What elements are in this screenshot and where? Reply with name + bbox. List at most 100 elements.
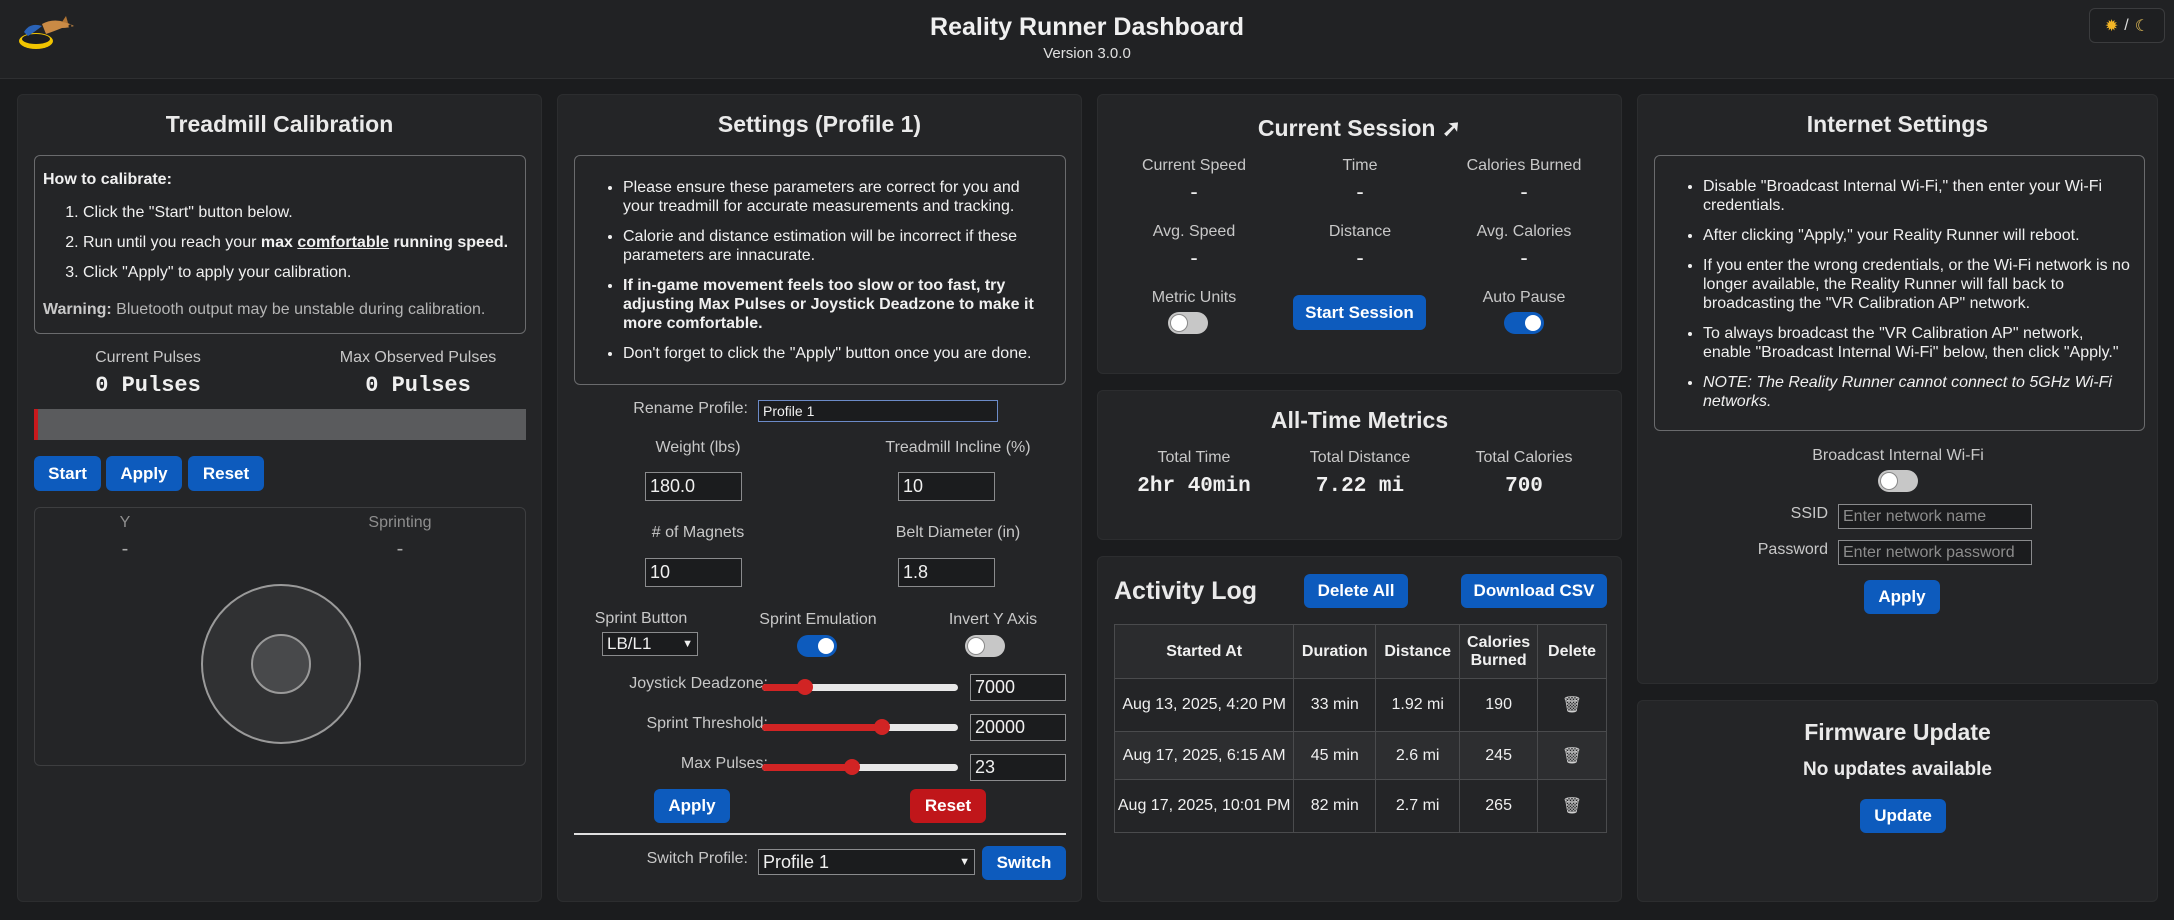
delete-all-button[interactable]: Delete All	[1304, 574, 1408, 608]
calibration-start-button[interactable]: Start	[34, 456, 101, 491]
all-time-metrics-title: All-Time Metrics	[1270, 407, 1449, 433]
chevron-down-icon: ▼	[682, 638, 693, 650]
cell-calories: 245	[1459, 731, 1539, 780]
firmware-update-panel: Firmware Update No updates available Upd…	[1637, 700, 2158, 902]
invert-y-toggle[interactable]	[965, 635, 1005, 657]
total-distance-label: Total Distance	[1309, 449, 1411, 466]
cell-distance: 2.6 mi	[1375, 731, 1461, 780]
switch-profile-button[interactable]: Switch	[982, 846, 1066, 880]
sprinting-label: Sprinting	[368, 514, 432, 531]
app-version: Version 3.0.0	[1043, 45, 1131, 62]
calibration-reset-button[interactable]: Reset	[188, 456, 264, 491]
max-pulses-label: Max Pulses:	[680, 755, 768, 772]
cell-distance: 2.7 mi	[1375, 779, 1461, 833]
download-csv-button[interactable]: Download CSV	[1461, 574, 1607, 608]
current-speed-label: Current Speed	[1141, 157, 1247, 174]
all-time-metrics-panel: All-Time Metrics Total Time 2hr 40min To…	[1097, 390, 1622, 540]
current-session-title-text: Current Session	[1257, 115, 1436, 141]
calibration-apply-button[interactable]: Apply	[106, 456, 182, 491]
ssid-input[interactable]: Enter network name	[1838, 504, 2032, 529]
sprint-emulation-toggle[interactable]	[797, 635, 837, 657]
avg-speed-label: Avg. Speed	[1152, 223, 1236, 240]
sprint-button-select[interactable]: LB/L1 ▼	[602, 632, 698, 656]
switch-profile-label: Switch Profile:	[646, 850, 748, 867]
sprint-threshold-input[interactable]: 20000	[970, 714, 1066, 741]
cell-delete: 🗑	[1537, 731, 1607, 780]
total-distance-value: 7.22 mi	[1315, 475, 1405, 498]
slider-fill	[762, 764, 853, 771]
switch-profile-value: Profile 1	[763, 851, 830, 872]
chevron-down-icon: ▼	[959, 856, 970, 868]
broadcast-wifi-toggle[interactable]	[1878, 470, 1918, 492]
rename-profile-input[interactable]: Profile 1	[758, 400, 998, 422]
howto-step: Run until you reach your max comfortable…	[83, 233, 523, 252]
cell-calories: 190	[1459, 678, 1539, 732]
internet-note: Disable "Broadcast Internal Wi-Fi," then…	[1703, 177, 2133, 215]
weight-label: Weight (lbs)	[655, 439, 741, 456]
joystick-deadzone-input[interactable]: 7000	[970, 674, 1066, 701]
trash-icon[interactable]: 🗑	[1562, 798, 1582, 815]
max-pulses-slider[interactable]	[762, 759, 958, 775]
slider-fill	[762, 724, 882, 731]
sprinting-value: -	[396, 538, 404, 560]
firmware-update-button[interactable]: Update	[1860, 799, 1946, 833]
cell-started-at: Aug 17, 2025, 10:01 PM	[1113, 779, 1295, 833]
magnets-input[interactable]: 10	[645, 558, 742, 587]
auto-pause-toggle[interactable]	[1504, 312, 1544, 334]
avg-calories-value: -	[1520, 245, 1528, 270]
step-bold-underline: comfortable	[297, 234, 389, 251]
max-pulses-value: 0 Pulses	[365, 373, 471, 398]
theme-toggle[interactable]: ✹ / ☾	[2089, 8, 2165, 43]
rename-profile-label: Rename Profile:	[633, 400, 748, 417]
internet-note: NOTE: The Reality Runner cannot connect …	[1703, 373, 2133, 411]
cell-delete: 🗑	[1537, 779, 1607, 833]
activity-log-panel: Activity Log Delete All Download CSV Sta…	[1097, 556, 1622, 902]
sprint-threshold-slider[interactable]	[762, 719, 958, 735]
settings-reset-button[interactable]: Reset	[910, 789, 986, 823]
sun-icon: ✹	[2104, 17, 2119, 35]
activity-log-title: Activity Log	[1114, 577, 1258, 605]
cell-duration: 82 min	[1293, 779, 1377, 833]
magnets-label: # of Magnets	[651, 524, 745, 541]
weight-input[interactable]: 180.0	[645, 472, 742, 501]
incline-input[interactable]: 10	[898, 472, 995, 501]
current-session-title: Current Session ➚	[1098, 115, 1621, 142]
start-session-button[interactable]: Start Session	[1293, 295, 1426, 330]
metric-units-label: Metric Units	[1151, 289, 1237, 306]
col-delete: Delete	[1537, 624, 1607, 679]
settings-note: Don't forget to click the "Apply" button…	[623, 344, 1053, 363]
current-session-panel: Current Session ➚ Current Speed - Time -…	[1097, 94, 1622, 374]
metric-units-toggle[interactable]	[1168, 312, 1208, 334]
internet-apply-button[interactable]: Apply	[1864, 580, 1940, 614]
max-pulses-input[interactable]: 23	[970, 754, 1066, 781]
joystick-preview-box: Y - Sprinting -	[34, 507, 526, 766]
current-pulses-label: Current Pulses	[95, 349, 201, 366]
internet-notes-box: Disable "Broadcast Internal Wi-Fi," then…	[1654, 155, 2145, 431]
joystick-deadzone-slider[interactable]	[762, 679, 958, 695]
popout-arrow-icon[interactable]: ➚	[1442, 115, 1461, 141]
current-pulses-value: 0 Pulses	[95, 373, 201, 398]
slider-knob[interactable]	[873, 719, 890, 735]
password-input[interactable]: Enter network password	[1838, 540, 2032, 565]
internet-settings-title: Internet Settings	[1806, 111, 1989, 137]
settings-title: Settings (Profile 1)	[717, 111, 922, 137]
settings-apply-button[interactable]: Apply	[654, 789, 730, 823]
distance-value: -	[1356, 245, 1364, 270]
howto-step: Click the "Start" button below.	[83, 203, 523, 222]
switch-profile-select[interactable]: Profile 1 ▼	[758, 849, 975, 875]
password-label: Password	[1757, 541, 1828, 558]
howto-title: How to calibrate:	[43, 171, 172, 188]
app-title: Reality Runner Dashboard	[930, 13, 1244, 41]
header-bar: Reality Runner Dashboard Version 3.0.0 ✹…	[0, 0, 2174, 79]
belt-diameter-input[interactable]: 1.8	[898, 558, 995, 587]
trash-icon[interactable]: 🗑	[1562, 748, 1582, 765]
sprint-button-value: LB/L1	[607, 634, 652, 653]
slider-knob[interactable]	[844, 759, 861, 775]
settings-note: If in-game movement feels too slow or to…	[623, 276, 1053, 333]
settings-notes-box: Please ensure these parameters are corre…	[574, 155, 1066, 385]
trash-icon[interactable]: 🗑	[1562, 697, 1582, 714]
total-calories-value: 700	[1505, 475, 1543, 498]
settings-note: Calorie and distance estimation will be …	[623, 227, 1053, 265]
slider-knob[interactable]	[797, 679, 814, 695]
divider	[574, 833, 1066, 835]
